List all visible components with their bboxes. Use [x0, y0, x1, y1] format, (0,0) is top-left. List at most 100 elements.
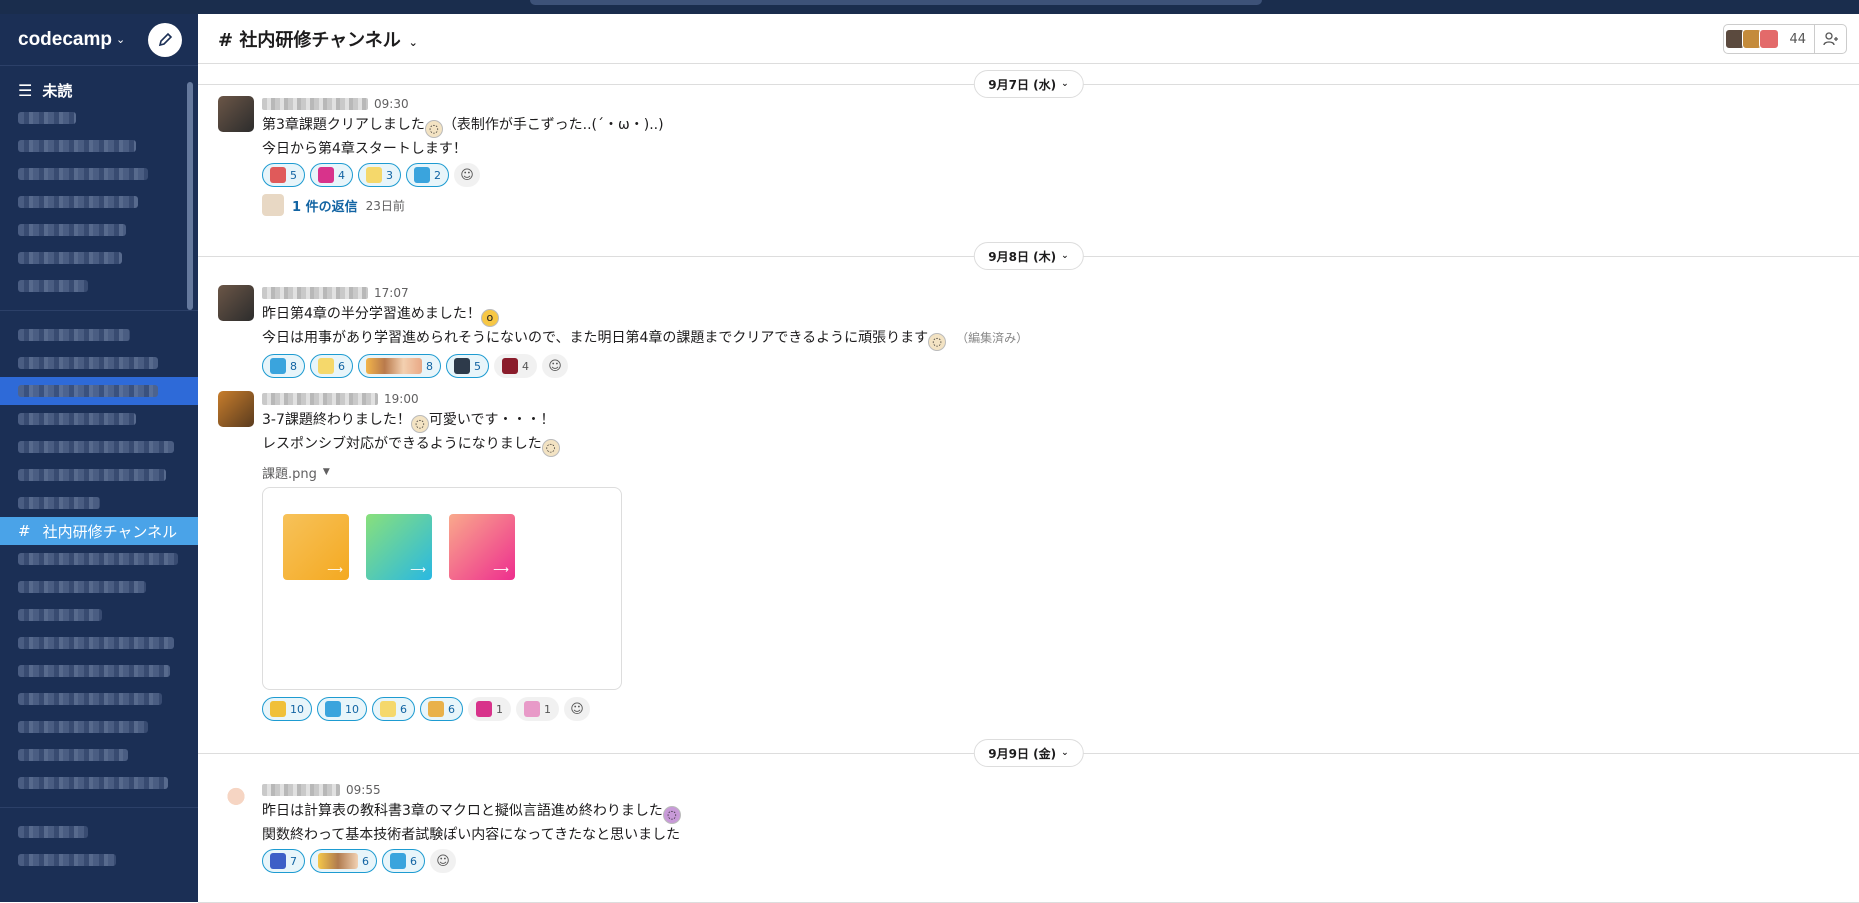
reaction[interactable]: 6 [420, 697, 463, 721]
sidebar-item[interactable] [0, 769, 198, 797]
reaction[interactable]: 6 [372, 697, 415, 721]
message-meta: 09:30 [262, 94, 1822, 114]
message-text: 3-7課題終わりました！ ◌ 可愛いです・・・！ [262, 409, 1822, 433]
reaction[interactable]: 6 [310, 849, 377, 873]
add-reaction-icon[interactable]: ☺ [564, 697, 590, 721]
sidebar-item[interactable] [0, 349, 198, 377]
reaction[interactable]: 1 [516, 697, 559, 721]
sidebar-item[interactable] [0, 216, 198, 244]
avatar[interactable] [218, 96, 254, 132]
sidebar-item[interactable] [0, 321, 198, 349]
reaction[interactable]: 6 [310, 354, 353, 378]
reaction[interactable]: 6 [382, 849, 425, 873]
message-text: 昨日は計算表の教科書3章のマクロと擬似言語進め終わりました ◌ [262, 800, 1822, 824]
sidebar-item[interactable] [0, 461, 198, 489]
sidebar-item-unread[interactable]: ☰ 未読 [0, 76, 198, 104]
add-reaction-icon[interactable]: ☺ [430, 849, 456, 873]
compose-icon [158, 32, 173, 47]
add-person-icon[interactable] [1814, 25, 1846, 53]
chevrons-up-icon [390, 853, 406, 869]
sidebar-item[interactable] [0, 433, 198, 461]
sidebar-item[interactable] [0, 629, 198, 657]
reaction[interactable]: 8 [262, 354, 305, 378]
reaction[interactable]: 8 [358, 354, 441, 378]
member-list-button[interactable]: 44 [1723, 24, 1847, 54]
sidebar-item[interactable] [0, 741, 198, 769]
sidebar-item-selected-channel[interactable]: # 社内研修チャンネル [0, 517, 198, 545]
sidebar-item[interactable] [0, 104, 198, 132]
sparkles-icon [366, 167, 382, 183]
thread-summary[interactable]: 1 件の返信 23日前 [262, 190, 1822, 220]
party-popper-icon [428, 701, 444, 717]
caret-down-icon[interactable]: ▼ [323, 467, 330, 477]
sidebar-item[interactable] [0, 545, 198, 573]
sidebar: codecamp ⌄ ☰ 未読 # 社内研修チャンネル [0, 14, 198, 902]
arrow-right-icon: ⟶ [327, 563, 343, 576]
sidebar-item[interactable] [0, 132, 198, 160]
reaction[interactable]: 4 [310, 163, 353, 187]
list-icon: ☰ [18, 80, 33, 100]
sidebar-item[interactable] [0, 846, 198, 874]
reaction[interactable]: 5 [262, 163, 305, 187]
add-reaction-icon[interactable]: ☺ [542, 354, 568, 378]
chevron-down-icon: ⌄ [1061, 251, 1069, 261]
chevron-down-icon[interactable]: ⌄ [116, 33, 125, 46]
add-reaction-icon[interactable]: ☺ [454, 163, 480, 187]
reaction[interactable]: 10 [317, 697, 367, 721]
reactions: 7 6 6 ☺ [262, 846, 1822, 876]
thumbs-up-icon [318, 853, 358, 869]
sidebar-item[interactable] [0, 573, 198, 601]
emoji-icon: ◌ [541, 439, 560, 457]
sender-name[interactable] [262, 98, 368, 110]
sidebar-item[interactable] [0, 818, 198, 846]
reaction-emoji-icon [524, 701, 540, 717]
reaction[interactable]: 2 [406, 163, 449, 187]
arrow-right-icon: ⟶ [410, 563, 426, 576]
sidebar-item[interactable] [0, 489, 198, 517]
replies-link[interactable]: 1 件の返信 [292, 196, 358, 215]
date-pill[interactable]: 9月9日 (金) ⌄ [973, 739, 1084, 767]
sidebar-item[interactable] [0, 713, 198, 741]
avatar[interactable] [218, 391, 254, 427]
chevrons-up-icon [414, 167, 430, 183]
file-name[interactable]: 課題.png ▼ [262, 461, 1822, 483]
timestamp[interactable]: 17:07 [374, 286, 409, 300]
sidebar-item[interactable] [0, 657, 198, 685]
reaction-emoji-icon [502, 358, 518, 374]
reaction[interactable]: 1 [468, 697, 511, 721]
sparkles-icon [380, 701, 396, 717]
sender-name[interactable] [262, 287, 368, 299]
reaction[interactable]: 4 [494, 354, 537, 378]
reaction[interactable]: 5 [446, 354, 489, 378]
channel-title[interactable]: # 社内研修チャンネル ⌄ [218, 26, 418, 52]
hash-icon: # [18, 522, 31, 540]
sidebar-item[interactable] [0, 160, 198, 188]
search-bar[interactable] [530, 0, 1262, 5]
message-body: 17:07 昨日第4章の半分学習進めました！ o 今日は用事があり学習進められそう… [262, 283, 1822, 381]
sidebar-item[interactable] [0, 601, 198, 629]
compose-button[interactable] [148, 23, 182, 57]
timestamp[interactable]: 09:30 [374, 97, 409, 111]
timestamp[interactable]: 19:00 [384, 392, 419, 406]
workspace-name[interactable]: codecamp [18, 29, 112, 51]
avatar[interactable] [218, 285, 254, 321]
sidebar-item[interactable] [0, 405, 198, 433]
sender-name[interactable] [262, 784, 340, 796]
message-meta: 17:07 [262, 283, 1822, 303]
chevron-down-icon[interactable]: ⌄ [405, 36, 418, 49]
reply-age: 23日前 [365, 198, 405, 213]
reaction[interactable]: 3 [358, 163, 401, 187]
timestamp[interactable]: 09:55 [346, 783, 381, 797]
date-pill[interactable]: 9月8日 (木) ⌄ [973, 242, 1084, 270]
sidebar-item[interactable] [0, 188, 198, 216]
sidebar-scrollbar[interactable] [187, 82, 193, 310]
reaction[interactable]: 10 [262, 697, 312, 721]
sidebar-item[interactable] [0, 244, 198, 272]
reaction[interactable]: 7 [262, 849, 305, 873]
sidebar-item-highlighted[interactable] [0, 377, 198, 405]
avatar[interactable] [218, 782, 254, 818]
sender-name[interactable] [262, 393, 378, 405]
sidebar-item[interactable] [0, 685, 198, 713]
image-attachment[interactable]: ⟶ ⟶ ⟶ [262, 487, 622, 690]
sidebar-item[interactable] [0, 272, 198, 300]
